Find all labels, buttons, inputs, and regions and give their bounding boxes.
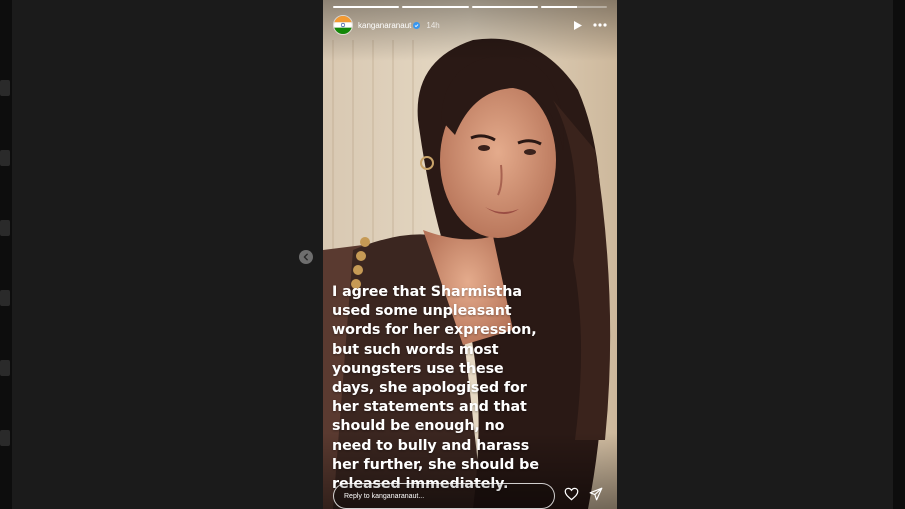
story-progress-bar — [333, 6, 607, 8]
progress-segment-3 — [471, 6, 538, 8]
right-edge-strip — [893, 0, 905, 509]
progress-segment-4 — [540, 6, 607, 8]
heart-icon — [564, 487, 579, 500]
share-button[interactable] — [589, 487, 603, 506]
progress-segment-1 — [333, 6, 400, 8]
previous-story-button[interactable] — [299, 250, 313, 264]
play-icon[interactable] — [573, 20, 583, 31]
story-username[interactable]: kanganaranaut — [358, 21, 411, 30]
send-icon — [589, 487, 603, 500]
story-caption: I agree that Sharmistha used some unplea… — [332, 284, 539, 493]
reply-input[interactable]: Reply to kanganaranaut... — [333, 483, 555, 509]
india-flag-icon[interactable] — [333, 15, 353, 35]
viewer-backdrop: kanganaranaut 14h I agree that Sharmisth… — [0, 0, 905, 509]
chevron-left-icon — [303, 253, 308, 261]
story-timestamp: 14h — [426, 20, 440, 30]
left-edge-strip — [0, 0, 12, 509]
progress-segment-2 — [402, 6, 469, 8]
story-header: kanganaranaut 14h — [333, 14, 607, 36]
more-options-icon[interactable] — [593, 23, 607, 27]
story-card[interactable]: kanganaranaut 14h I agree that Sharmisth… — [323, 0, 617, 509]
verified-badge-icon — [413, 21, 421, 29]
story-footer: Reply to kanganaranaut... — [333, 483, 607, 509]
like-button[interactable] — [564, 487, 579, 506]
